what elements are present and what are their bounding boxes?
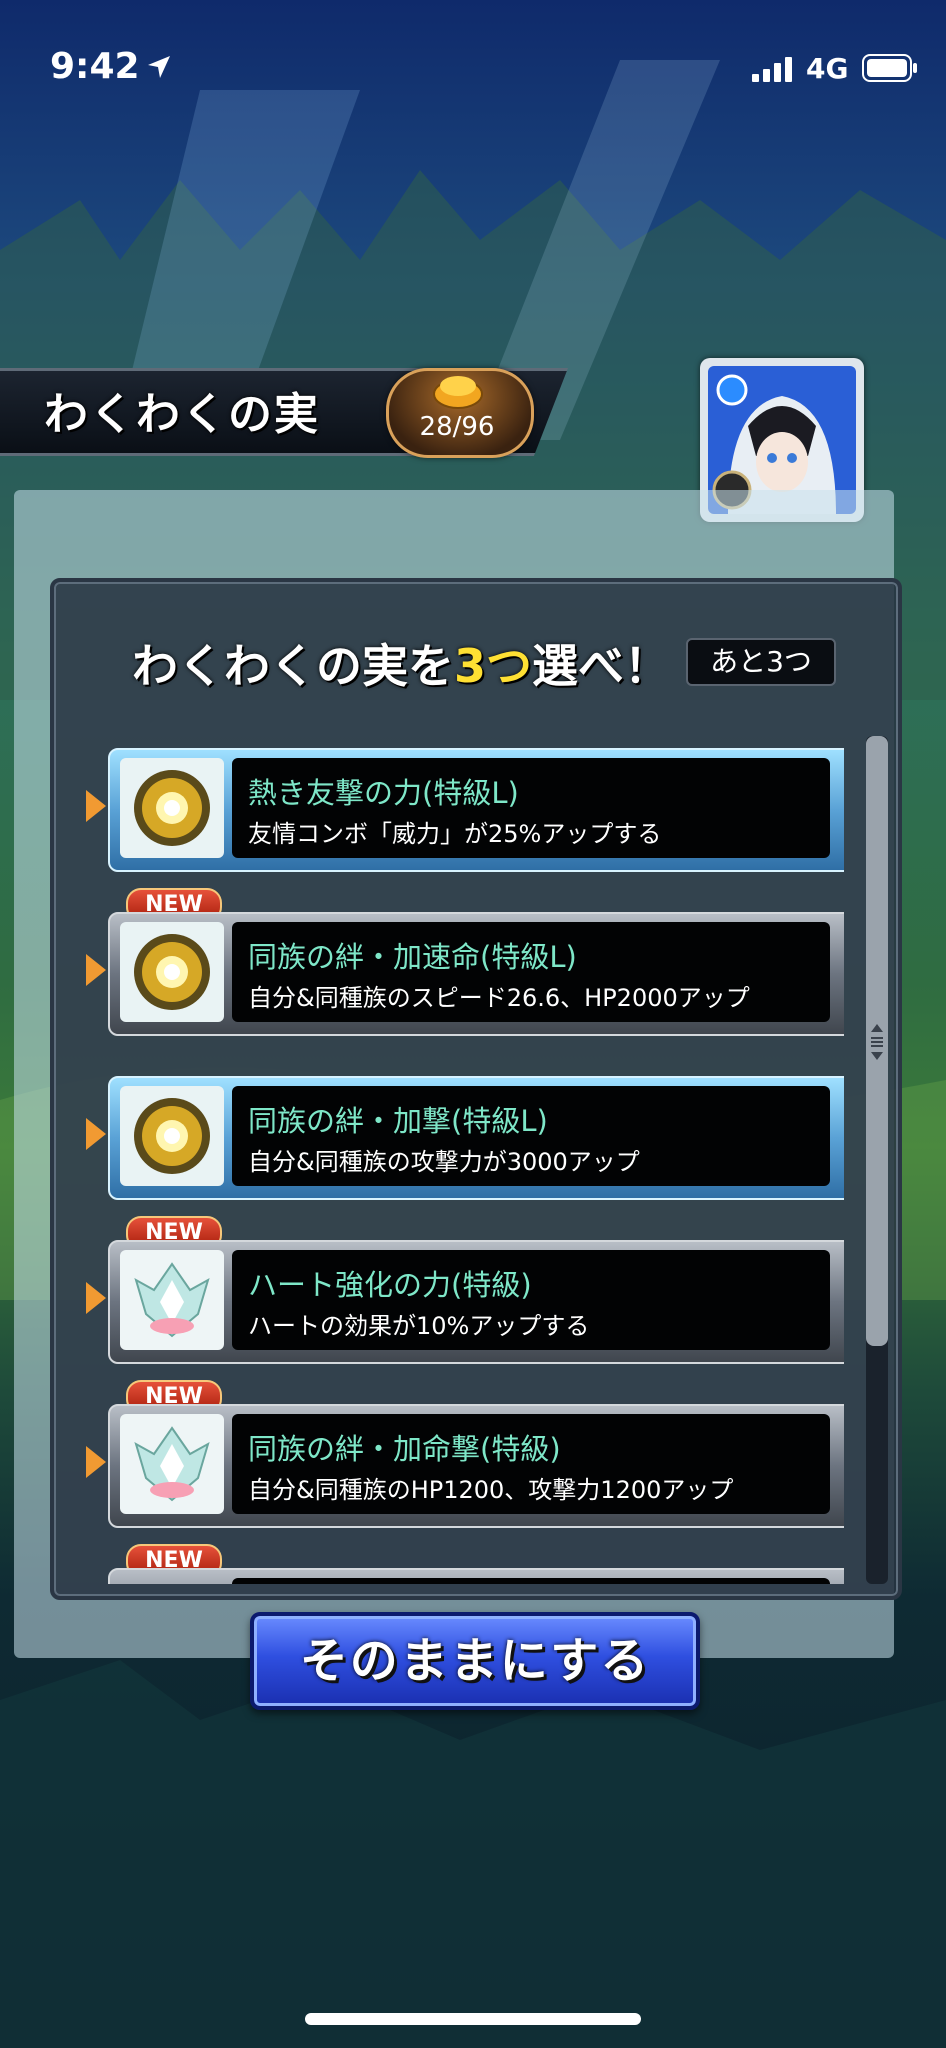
page-title: わくわくの実 [44,389,320,440]
network-type: 4G [806,52,849,85]
fruit-item[interactable]: NEW 同族の絆・加速命(特級L) 自分&同種族のスピード26.6、HP2000… [84,888,844,1036]
prompt-text-before: わくわくの実を [132,639,454,693]
fruit-item[interactable]: NEW [84,1544,844,1584]
fruit-name: 同族の絆・加撃(特級L) [248,1104,548,1138]
fruit-item[interactable]: 熱き友撃の力(特級L) 友情コンボ「威力」が25%アップする [84,748,844,872]
selection-prompt: わくわくの実を3つ選べ！ [132,630,670,696]
fruit-name: 熱き友撃の力(特級L) [248,776,519,810]
fruit-item-textbox: ハート強化の力(特級) ハートの効果が10%アップする [232,1250,830,1350]
prompt-text-after: 選べ！ [532,639,671,693]
fruit-list[interactable]: 熱き友撃の力(特級L) 友情コンボ「威力」が25%アップする NEW 同族の絆・… [84,748,844,1584]
status-time: 9:42 [50,46,140,87]
lotus-fruit-icon [120,1414,224,1514]
location-arrow-icon [148,56,170,78]
fruit-desc: 自分&同種族のHP1200、攻撃力1200アップ [248,1476,734,1504]
gold-fruit-icon [120,758,224,858]
lotus-fruit-icon [120,1250,224,1350]
status-bar: 9:42 4G [0,0,946,120]
fruit-item[interactable]: 同族の絆・加撃(特級L) 自分&同種族の攻撃力が3000アップ [84,1076,844,1200]
signal-icon [752,57,792,82]
gold-fruit-icon [120,1086,224,1186]
fruit-item[interactable]: NEW 同族の絆・加命撃(特級) 自分&同種族のHP1200、攻撃力1200アッ… [84,1380,844,1528]
selected-arrow-icon [86,1118,106,1150]
keep-as-is-label: そのままにする [299,1633,651,1689]
fruit-item-textbox: 同族の絆・加撃(特級L) 自分&同種族の攻撃力が3000アップ [232,1086,830,1186]
fruit-item-textbox [232,1578,830,1584]
scroll-grip-icon [871,1024,883,1060]
fruit-counter-text: 28/96 [419,412,495,442]
selected-arrow-icon [86,790,106,822]
fruit-name: 同族の絆・加速命(特級L) [248,940,577,974]
fruit-item[interactable]: NEW ハート強化の力(特級) ハートの効果が10%アップする [84,1216,844,1364]
battery-icon [862,54,917,82]
prompt-count: 3つ [454,639,533,693]
arrow-icon [86,954,106,986]
fruit-item-textbox: 熱き友撃の力(特級L) 友情コンボ「威力」が25%アップする [232,758,830,858]
fruit-item-textbox: 同族の絆・加命撃(特級) 自分&同種族のHP1200、攻撃力1200アップ [232,1414,830,1514]
fruit-basket-icon [433,376,483,409]
gold-fruit-icon [120,922,224,1022]
fruit-item-textbox: 同族の絆・加速命(特級L) 自分&同種族のスピード26.6、HP2000アップ [232,922,830,1022]
fruit-desc: ハートの効果が10%アップする [248,1312,590,1340]
arrow-icon [86,1446,106,1478]
fruit-name: 同族の絆・加命撃(特級) [248,1432,561,1466]
keep-as-is-button[interactable]: そのままにする [250,1612,700,1710]
home-indicator[interactable] [305,2013,641,2025]
fruit-name: ハート強化の力(特級) [248,1268,532,1302]
fruit-desc: 自分&同種族の攻撃力が3000アップ [248,1148,640,1176]
fruit-desc: 友情コンボ「威力」が25%アップする [248,820,662,848]
fruit-desc: 自分&同種族のスピード26.6、HP2000アップ [248,984,750,1012]
remaining-badge: あと3つ [686,638,836,686]
arrow-icon [86,1282,106,1314]
